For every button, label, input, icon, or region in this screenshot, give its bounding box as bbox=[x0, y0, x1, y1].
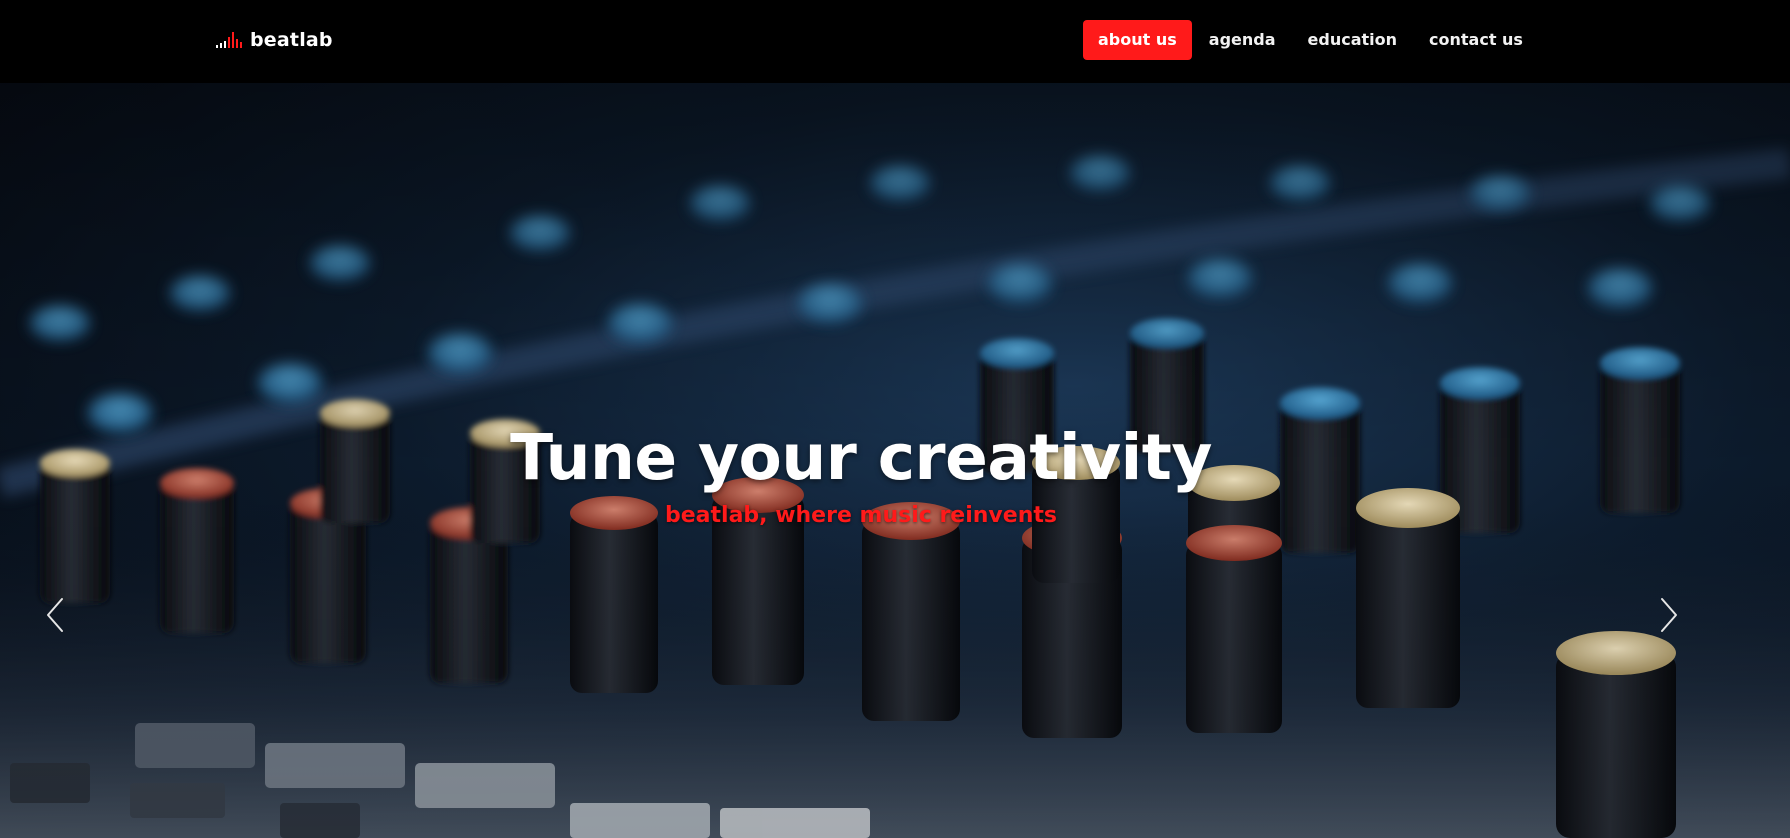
nav-item-education[interactable]: education bbox=[1293, 20, 1413, 60]
nav-item-about-us[interactable]: about us bbox=[1083, 20, 1192, 60]
brand-name: beatlab bbox=[250, 29, 333, 51]
navbar: beatlab about us agenda education contac… bbox=[0, 0, 1790, 83]
chevron-right-icon bbox=[1661, 598, 1677, 632]
nav-item-contact-us[interactable]: contact us bbox=[1414, 20, 1538, 60]
brand-logo[interactable]: beatlab bbox=[216, 27, 333, 53]
carousel-prev-button[interactable] bbox=[40, 593, 70, 637]
chevron-left-icon bbox=[47, 598, 63, 632]
hero-carousel: Tune your creativity beatlab, where musi… bbox=[0, 83, 1790, 838]
hero-subtitle: beatlab, where music reinvents bbox=[665, 503, 1057, 528]
nav-item-agenda[interactable]: agenda bbox=[1194, 20, 1291, 60]
equalizer-bars-icon bbox=[216, 32, 244, 48]
hero-title: Tune your creativity bbox=[510, 421, 1212, 494]
carousel-next-button[interactable] bbox=[1654, 593, 1684, 637]
main-nav: about us agenda education contact us bbox=[1083, 20, 1540, 60]
